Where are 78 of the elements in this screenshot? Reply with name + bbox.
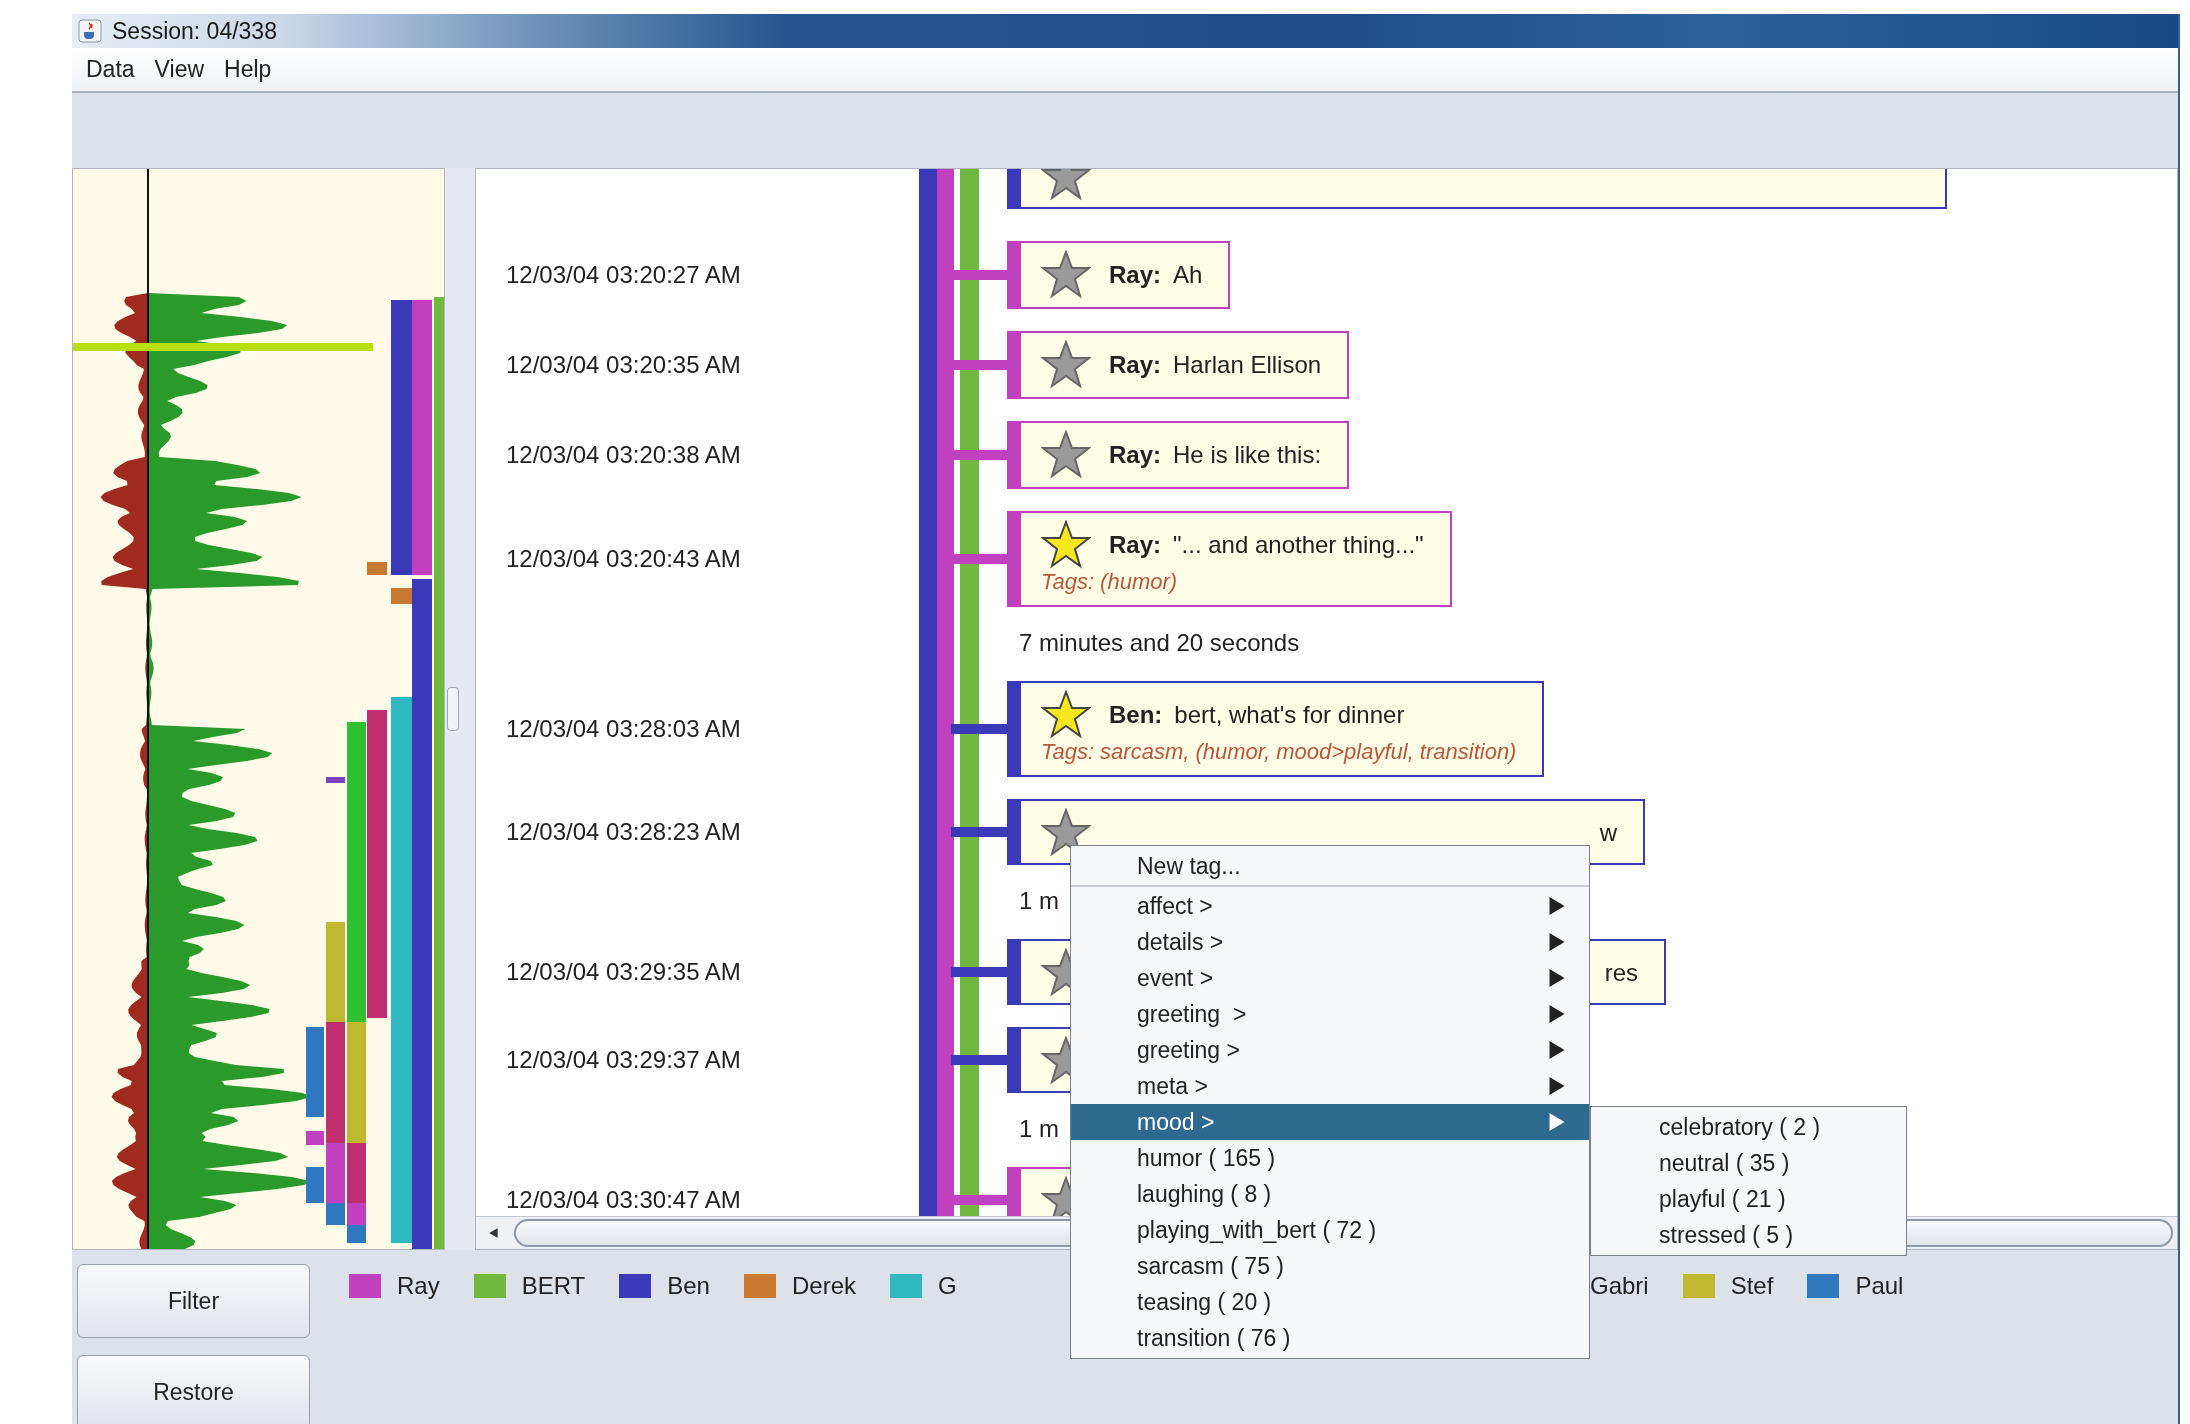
message-card[interactable]: Ray: Ah xyxy=(1007,241,1231,309)
gap-duration: 7 minutes and 20 seconds xyxy=(1019,629,1300,658)
menu-item[interactable]: celebratory ( 2 ) xyxy=(1591,1109,1906,1145)
message-card[interactable]: Ray: Harlan Ellison xyxy=(1007,331,1350,399)
star-icon[interactable] xyxy=(1041,690,1091,740)
star-icon[interactable] xyxy=(1041,520,1091,570)
star-icon[interactable] xyxy=(1041,340,1091,390)
menu-item[interactable]: neutral ( 35 ) xyxy=(1591,1145,1906,1181)
menu-item[interactable]: humor ( 165 ) xyxy=(1071,1140,1589,1176)
legend-label: Ben xyxy=(667,1272,710,1300)
submenu-arrow-icon xyxy=(1549,969,1565,987)
speaker-name: Ray: xyxy=(1109,351,1162,379)
timestamp: 12/03/04 03:28:03 AM xyxy=(506,715,742,743)
message-text: Ah xyxy=(1173,261,1203,289)
menu-item[interactable]: sarcasm ( 75 ) xyxy=(1071,1248,1589,1284)
submenu-arrow-icon xyxy=(1549,1005,1565,1023)
cup-icon xyxy=(78,19,102,43)
timestamp: 12/03/04 03:29:37 AM xyxy=(506,1046,742,1074)
menu-item[interactable]: greeting > xyxy=(1071,996,1589,1032)
message-text: Harlan Ellison xyxy=(1173,351,1322,379)
menu-item[interactable]: teasing ( 20 ) xyxy=(1071,1284,1589,1320)
message-text: bert, what's for dinner xyxy=(1174,701,1405,729)
menu-item[interactable]: stressed ( 5 ) xyxy=(1591,1217,1906,1253)
submenu-arrow-icon xyxy=(1549,1113,1565,1131)
gap-duration: 1 m xyxy=(1019,887,1059,916)
menu-item[interactable]: details > xyxy=(1071,924,1589,960)
timestamp: 12/03/04 03:20:27 AM xyxy=(506,261,742,289)
legend-label: BERT xyxy=(521,1272,586,1300)
legend-label: Derek xyxy=(791,1272,856,1300)
message-tags: Tags: (humor) xyxy=(1041,569,1424,595)
submenu-arrow-icon xyxy=(1549,933,1565,951)
timestamp: 12/03/04 03:28:23 AM xyxy=(506,818,742,846)
menu-item[interactable]: affect > xyxy=(1071,888,1589,924)
menu-item[interactable]: View xyxy=(154,56,205,83)
star-icon[interactable] xyxy=(1041,250,1091,300)
star-icon[interactable] xyxy=(1041,808,1091,858)
submenu-arrow-icon xyxy=(1549,897,1565,915)
timestamp: 12/03/04 03:20:43 AM xyxy=(506,545,742,573)
timestamp: 12/03/04 03:20:35 AM xyxy=(506,351,742,379)
menu-item[interactable]: Data xyxy=(86,56,135,83)
message-text: w xyxy=(1599,819,1617,847)
timestamp: 12/03/04 03:29:35 AM xyxy=(506,958,742,986)
speaker-name: Ray: xyxy=(1109,441,1162,469)
window-title: Session: 04/338 xyxy=(112,17,277,45)
speaker-name: Ben: xyxy=(1109,701,1163,729)
splitter-handle[interactable] xyxy=(447,687,459,731)
menu-item[interactable]: Help xyxy=(224,56,272,83)
message-text: res xyxy=(1604,959,1638,987)
message-card[interactable]: Ray: He is like this: xyxy=(1007,421,1350,489)
menu-item[interactable]: mood > xyxy=(1071,1104,1589,1140)
timestamp: 12/03/04 03:30:47 AM xyxy=(506,1186,742,1214)
timestamp: 12/03/04 03:20:38 AM xyxy=(506,441,742,469)
menu-item[interactable]: laughing ( 8 ) xyxy=(1071,1176,1589,1212)
action-button[interactable]: Filter xyxy=(77,1264,310,1338)
message-tags: Tags: sarcasm, (humor, mood>playful, transition) xyxy=(1041,739,1517,765)
legend-label: Stef xyxy=(1730,1272,1774,1300)
message-card[interactable]: Ben: bert, what's for dinner Tags: sarcasm, (humor, mood>playful, transition) xyxy=(1007,681,1545,777)
action-button[interactable]: Restore xyxy=(77,1355,310,1424)
menu-item[interactable]: meta > xyxy=(1071,1068,1589,1104)
menu-item[interactable]: playing_with_bert ( 72 ) xyxy=(1071,1212,1589,1248)
legend-label: Gabri xyxy=(1590,1272,1649,1300)
menu-item[interactable]: transition ( 76 ) xyxy=(1071,1320,1589,1356)
message-text: "... and another thing..." xyxy=(1173,531,1424,559)
menu-item[interactable]: greeting > xyxy=(1071,1032,1589,1068)
menu-item[interactable]: event > xyxy=(1071,960,1589,996)
speaker-name: Ray: xyxy=(1109,531,1162,559)
message-card[interactable]: Ray: "... and another thing..." Tags: (humor) xyxy=(1007,511,1452,607)
menu-item[interactable]: playful ( 21 ) xyxy=(1591,1181,1906,1217)
arrow-left-icon xyxy=(488,1227,500,1239)
speaker-name: Ray: xyxy=(1109,261,1162,289)
star-icon[interactable] xyxy=(1041,430,1091,480)
legend-label: Paul xyxy=(1855,1272,1904,1300)
submenu-arrow-icon xyxy=(1549,1041,1565,1059)
message-text: He is like this: xyxy=(1173,441,1322,469)
legend-label: G xyxy=(938,1272,957,1300)
legend-label: Ray xyxy=(397,1272,440,1300)
gap-duration: 1 m xyxy=(1019,1115,1059,1144)
submenu-arrow-icon xyxy=(1549,1077,1565,1095)
